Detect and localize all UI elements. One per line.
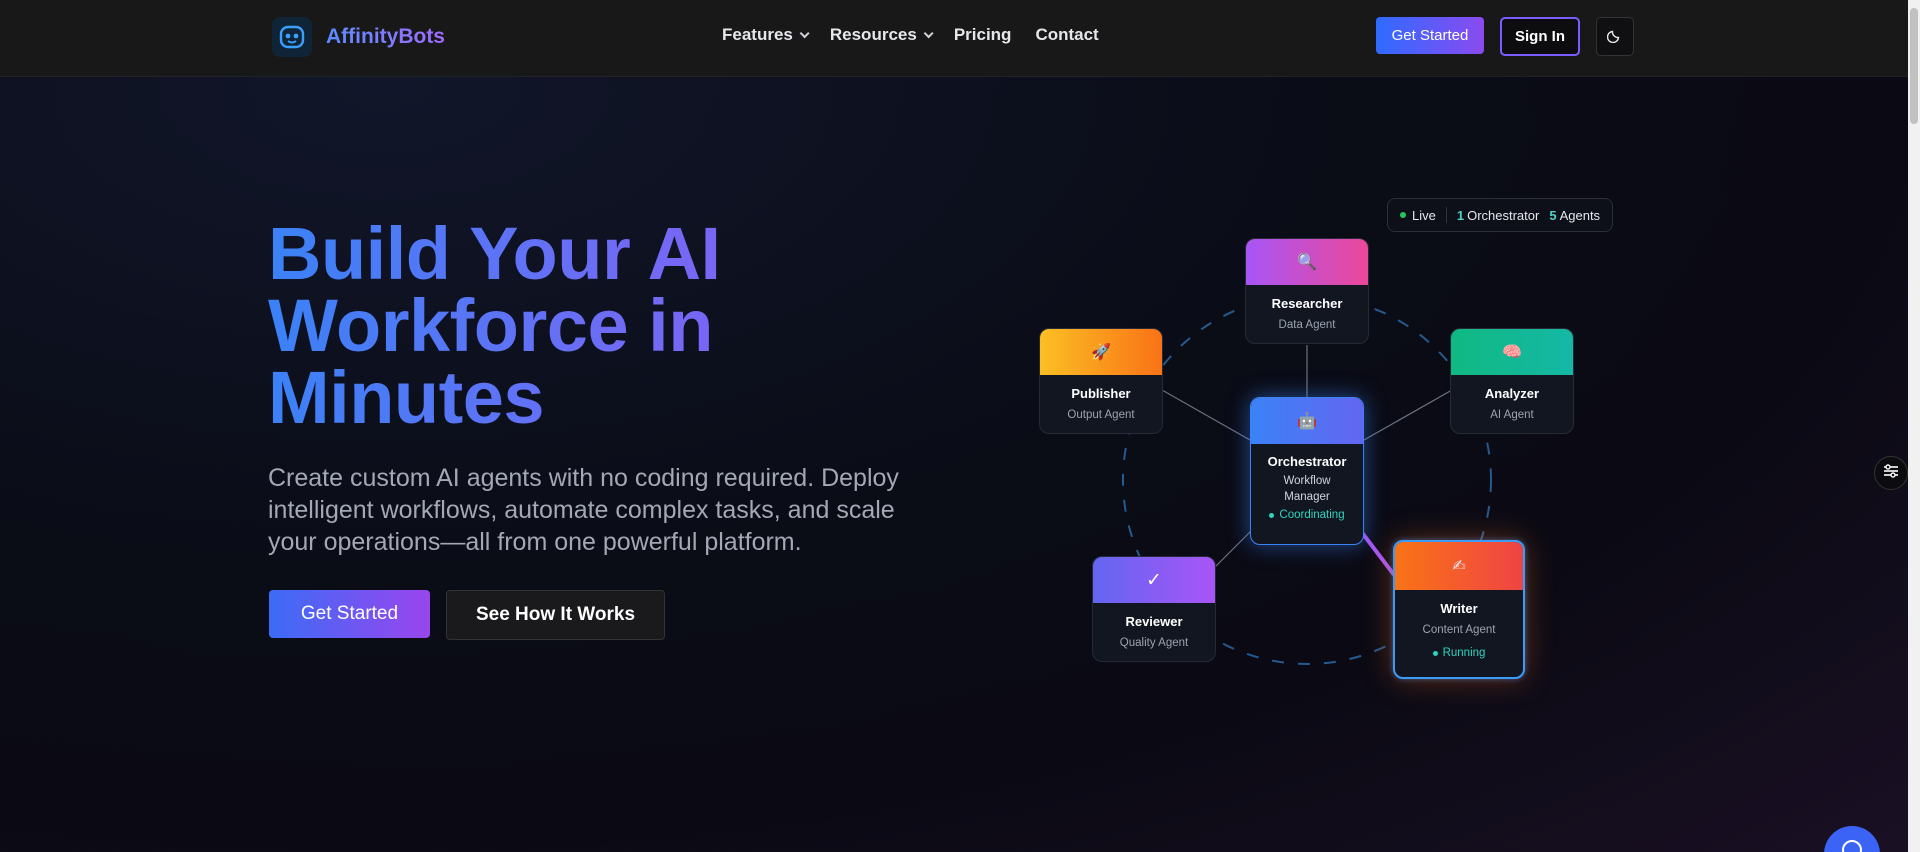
orchestrator-title: Orchestrator	[1267, 454, 1347, 469]
publisher-subtitle: Output Agent	[1067, 409, 1135, 421]
magnifier-icon: 🔍	[1297, 254, 1317, 271]
nav-resources-label: Resources	[829, 25, 917, 44]
nav-contact-label: Contact	[1035, 25, 1099, 44]
live-dot-icon	[1400, 212, 1406, 218]
agent-card-publisher[interactable]: 🚀 Publisher Output Agent	[1039, 328, 1163, 434]
settings-sliders-button[interactable]	[1874, 456, 1908, 490]
chevron-down-icon	[799, 27, 810, 38]
analyzer-subtitle: AI Agent	[1490, 409, 1534, 421]
rocket-icon: 🚀	[1091, 344, 1111, 361]
orchestrator-status: Coordinating	[1251, 509, 1363, 521]
agent-network-diagram: Live 1 Orchestrator 5 Agents 🔍 Researcher …	[1030, 190, 1630, 690]
writer-status-label: Running	[1442, 647, 1486, 659]
orchestrator-count: 1 Orchestrator	[1457, 208, 1539, 223]
researcher-subtitle: Data Agent	[1278, 319, 1336, 331]
page-scrollbar[interactable]	[1908, 0, 1920, 852]
orchestrator-header: 🤖	[1251, 398, 1363, 444]
agent-count: 5 Agents	[1549, 208, 1600, 223]
link-publisher	[1161, 389, 1251, 441]
agent-card-analyzer[interactable]: 🧠 Analyzer AI Agent	[1450, 328, 1574, 434]
hero-cta-group: Get Started See How It Works	[269, 590, 665, 640]
hero-title: Build Your AI Workforce in Minutes	[268, 217, 888, 435]
brain-icon: 🧠	[1502, 344, 1522, 361]
nav-features-label: Features	[722, 25, 793, 44]
nav-resources[interactable]: Resources	[829, 25, 934, 45]
brand-name: AffinityBots	[326, 25, 445, 48]
agent-card-reviewer[interactable]: ✓ Reviewer Quality Agent	[1092, 556, 1216, 662]
agent-card-researcher[interactable]: 🔍 Researcher Data Agent	[1245, 238, 1369, 344]
analyzer-header: 🧠	[1451, 329, 1573, 375]
reviewer-title: Reviewer	[1125, 614, 1183, 629]
scrollbar-thumb[interactable]	[1910, 8, 1918, 124]
top-navbar: AffinityBots Features Resources Pricing …	[0, 0, 1908, 77]
status-dot-icon	[1269, 512, 1275, 518]
researcher-header: 🔍	[1246, 239, 1368, 285]
status-dot-icon	[1432, 650, 1438, 656]
agent-count-label: Agents	[1559, 207, 1601, 223]
chevron-down-icon	[923, 27, 934, 38]
theme-toggle-button[interactable]	[1596, 17, 1634, 56]
publisher-header: 🚀	[1040, 329, 1162, 375]
nav-actions: Get Started Sign In	[1376, 17, 1634, 56]
link-reviewer	[1213, 529, 1253, 569]
live-label: Live	[1412, 207, 1436, 223]
analyzer-title: Analyzer	[1484, 386, 1540, 401]
chat-icon	[1842, 840, 1862, 852]
publisher-title: Publisher	[1071, 386, 1131, 401]
nav-contact[interactable]: Contact	[1035, 25, 1098, 45]
moon-icon	[1606, 27, 1623, 46]
agent-card-writer[interactable]: ✍ Writer Content Agent Running	[1393, 540, 1525, 679]
robot-icon: 🤖	[1297, 413, 1317, 430]
orchestrator-count-label: Orchestrator	[1467, 207, 1540, 223]
nav-features[interactable]: Features	[722, 25, 810, 45]
see-how-it-works-button[interactable]: See How It Works	[446, 590, 665, 640]
writer-title: Writer	[1440, 601, 1478, 616]
writer-status: Running	[1395, 647, 1523, 659]
orchestrator-subtitle: Workflow Manager	[1283, 475, 1331, 503]
agent-card-orchestrator[interactable]: 🤖 Orchestrator Workflow Manager Coordina…	[1250, 397, 1364, 545]
orchestrator-status-label: Coordinating	[1279, 509, 1345, 521]
link-analyzer	[1363, 389, 1453, 441]
live-indicator: Live	[1400, 208, 1436, 223]
orchestrator-count-value: 1	[1456, 207, 1465, 223]
robot-face-icon	[272, 17, 312, 57]
hero-subtitle: Create custom AI agents with no coding r…	[268, 464, 899, 556]
live-status-pill: Live 1 Orchestrator 5 Agents	[1387, 198, 1614, 232]
nav-pricing-label: Pricing	[953, 25, 1012, 44]
agent-count-value: 5	[1549, 207, 1557, 223]
brand-logo[interactable]: AffinityBots	[272, 17, 445, 57]
nav-pricing[interactable]: Pricing	[954, 25, 1012, 45]
writer-subtitle: Content Agent	[1422, 624, 1496, 636]
checkmark-icon: ✓	[1146, 569, 1162, 591]
hero-get-started-button[interactable]: Get Started	[269, 590, 430, 638]
reviewer-header: ✓	[1093, 557, 1215, 603]
status-divider	[1445, 207, 1447, 223]
researcher-title: Researcher	[1271, 296, 1343, 311]
sign-in-button[interactable]: Sign In	[1500, 17, 1580, 56]
reviewer-subtitle: Quality Agent	[1119, 637, 1189, 649]
nav-get-started-button[interactable]: Get Started	[1376, 17, 1484, 54]
main-nav: Features Resources Pricing Contact	[722, 25, 1099, 45]
writer-header: ✍	[1395, 542, 1523, 590]
sliders-icon	[1882, 463, 1900, 484]
chat-launcher-button[interactable]	[1824, 826, 1880, 852]
writing-hand-icon: ✍	[1452, 558, 1466, 575]
